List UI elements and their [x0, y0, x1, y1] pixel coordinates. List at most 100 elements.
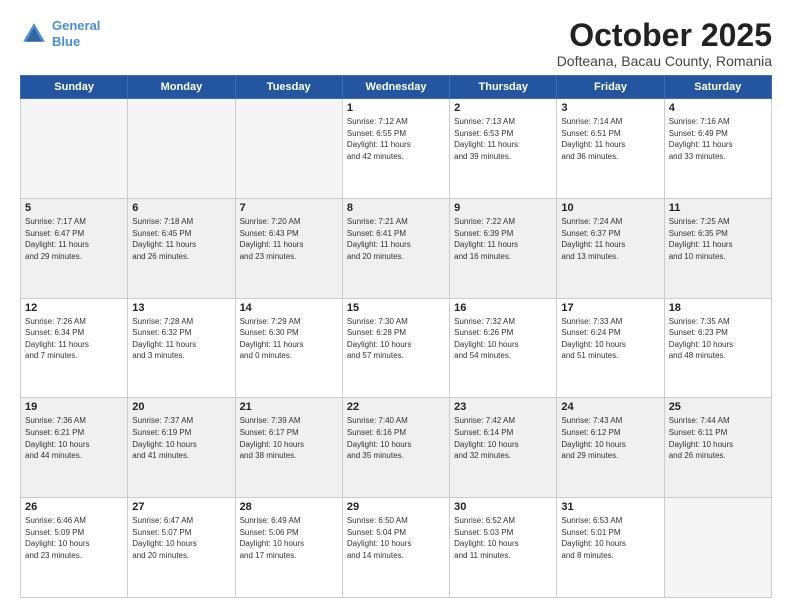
- day-number: 7: [240, 202, 338, 214]
- day-content: Sunrise: 7:20 AM Sunset: 6:43 PM Dayligh…: [240, 216, 338, 262]
- logo: General Blue: [20, 18, 100, 49]
- day-number: 11: [669, 202, 767, 214]
- day-content: Sunrise: 6:49 AM Sunset: 5:06 PM Dayligh…: [240, 515, 338, 561]
- day-content: Sunrise: 7:35 AM Sunset: 6:23 PM Dayligh…: [669, 316, 767, 362]
- calendar-week-row: 19 Sunrise: 7:36 AM Sunset: 6:21 PM Dayli…: [21, 398, 772, 498]
- day-content: Sunrise: 7:14 AM Sunset: 6:51 PM Dayligh…: [561, 116, 659, 162]
- weekday-header: Tuesday: [235, 76, 342, 99]
- day-content: Sunrise: 7:30 AM Sunset: 6:28 PM Dayligh…: [347, 316, 445, 362]
- weekday-header: Thursday: [450, 76, 557, 99]
- day-number: 14: [240, 302, 338, 314]
- calendar-day-cell: 23 Sunrise: 7:42 AM Sunset: 6:14 PM Dayli…: [450, 398, 557, 498]
- calendar-day-cell: 24Sunrise: 7:43 AM Sunset: 6:12 PM Dayli…: [557, 398, 664, 498]
- calendar-day-cell: [664, 498, 771, 598]
- title-block: October 2025 Dofteana, Bacau County, Rom…: [557, 18, 772, 69]
- calendar-day-cell: 9 Sunrise: 7:22 AM Sunset: 6:39 PM Daylig…: [450, 198, 557, 298]
- day-number: 24: [561, 401, 659, 413]
- calendar-day-cell: 7 Sunrise: 7:20 AM Sunset: 6:43 PM Daylig…: [235, 198, 342, 298]
- day-content: Sunrise: 6:46 AM Sunset: 5:09 PM Dayligh…: [25, 515, 123, 561]
- day-content: Sunrise: 7:29 AM Sunset: 6:30 PM Dayligh…: [240, 316, 338, 362]
- calendar-day-cell: 25 Sunrise: 7:44 AM Sunset: 6:11 PM Dayli…: [664, 398, 771, 498]
- day-content: Sunrise: 7:12 AM Sunset: 6:55 PM Dayligh…: [347, 116, 445, 162]
- calendar-day-cell: 21 Sunrise: 7:39 AM Sunset: 6:17 PM Dayli…: [235, 398, 342, 498]
- calendar-day-cell: 30 Sunrise: 6:52 AM Sunset: 5:03 PM Dayli…: [450, 498, 557, 598]
- day-number: 26: [25, 501, 123, 513]
- calendar-week-row: 1Sunrise: 7:12 AM Sunset: 6:55 PM Daylig…: [21, 99, 772, 199]
- calendar-day-cell: 8Sunrise: 7:21 AM Sunset: 6:41 PM Daylig…: [342, 198, 449, 298]
- calendar-day-cell: 16 Sunrise: 7:32 AM Sunset: 6:26 PM Dayli…: [450, 298, 557, 398]
- day-content: Sunrise: 6:52 AM Sunset: 5:03 PM Dayligh…: [454, 515, 552, 561]
- day-number: 10: [561, 202, 659, 214]
- calendar-week-row: 26 Sunrise: 6:46 AM Sunset: 5:09 PM Dayli…: [21, 498, 772, 598]
- day-number: 28: [240, 501, 338, 513]
- day-content: Sunrise: 7:22 AM Sunset: 6:39 PM Dayligh…: [454, 216, 552, 262]
- weekday-header: Monday: [128, 76, 235, 99]
- calendar-day-cell: 13 Sunrise: 7:28 AM Sunset: 6:32 PM Dayli…: [128, 298, 235, 398]
- calendar-day-cell: 22 Sunrise: 7:40 AM Sunset: 6:16 PM Dayli…: [342, 398, 449, 498]
- day-number: 15: [347, 302, 445, 314]
- day-number: 22: [347, 401, 445, 413]
- day-content: Sunrise: 7:37 AM Sunset: 6:19 PM Dayligh…: [132, 415, 230, 461]
- calendar-day-cell: 27Sunrise: 6:47 AM Sunset: 5:07 PM Dayli…: [128, 498, 235, 598]
- location-subtitle: Dofteana, Bacau County, Romania: [557, 53, 772, 69]
- page: General Blue October 2025 Dofteana, Baca…: [0, 0, 792, 612]
- day-number: 2: [454, 102, 552, 114]
- day-number: 12: [25, 302, 123, 314]
- day-content: Sunrise: 7:16 AM Sunset: 6:49 PM Dayligh…: [669, 116, 767, 162]
- calendar-day-cell: 20 Sunrise: 7:37 AM Sunset: 6:19 PM Dayli…: [128, 398, 235, 498]
- day-number: 9: [454, 202, 552, 214]
- day-number: 27: [132, 501, 230, 513]
- logo-text: General Blue: [52, 18, 100, 49]
- day-number: 31: [561, 501, 659, 513]
- calendar-day-cell: [21, 99, 128, 199]
- calendar-day-cell: 5 Sunrise: 7:17 AM Sunset: 6:47 PM Daylig…: [21, 198, 128, 298]
- day-number: 19: [25, 401, 123, 413]
- day-content: Sunrise: 6:53 AM Sunset: 5:01 PM Dayligh…: [561, 515, 659, 561]
- calendar-day-cell: [128, 99, 235, 199]
- day-content: Sunrise: 7:17 AM Sunset: 6:47 PM Dayligh…: [25, 216, 123, 262]
- weekday-header-row: SundayMondayTuesdayWednesdayThursdayFrid…: [21, 76, 772, 99]
- calendar-day-cell: 11Sunrise: 7:25 AM Sunset: 6:35 PM Dayli…: [664, 198, 771, 298]
- day-content: Sunrise: 7:32 AM Sunset: 6:26 PM Dayligh…: [454, 316, 552, 362]
- day-number: 4: [669, 102, 767, 114]
- day-number: 16: [454, 302, 552, 314]
- day-number: 5: [25, 202, 123, 214]
- day-number: 30: [454, 501, 552, 513]
- calendar-day-cell: 17Sunrise: 7:33 AM Sunset: 6:24 PM Dayli…: [557, 298, 664, 398]
- calendar-day-cell: 15 Sunrise: 7:30 AM Sunset: 6:28 PM Dayli…: [342, 298, 449, 398]
- calendar-day-cell: 12Sunrise: 7:26 AM Sunset: 6:34 PM Dayli…: [21, 298, 128, 398]
- day-content: Sunrise: 7:36 AM Sunset: 6:21 PM Dayligh…: [25, 415, 123, 461]
- day-number: 17: [561, 302, 659, 314]
- weekday-header: Friday: [557, 76, 664, 99]
- day-number: 18: [669, 302, 767, 314]
- day-number: 13: [132, 302, 230, 314]
- day-number: 23: [454, 401, 552, 413]
- calendar-day-cell: 6Sunrise: 7:18 AM Sunset: 6:45 PM Daylig…: [128, 198, 235, 298]
- day-content: Sunrise: 7:42 AM Sunset: 6:14 PM Dayligh…: [454, 415, 552, 461]
- calendar-day-cell: 3 Sunrise: 7:14 AM Sunset: 6:51 PM Daylig…: [557, 99, 664, 199]
- calendar-day-cell: 2 Sunrise: 7:13 AM Sunset: 6:53 PM Daylig…: [450, 99, 557, 199]
- day-number: 21: [240, 401, 338, 413]
- calendar-table: SundayMondayTuesdayWednesdayThursdayFrid…: [20, 75, 772, 598]
- calendar-day-cell: 19 Sunrise: 7:36 AM Sunset: 6:21 PM Dayli…: [21, 398, 128, 498]
- day-content: Sunrise: 7:24 AM Sunset: 6:37 PM Dayligh…: [561, 216, 659, 262]
- header: General Blue October 2025 Dofteana, Baca…: [20, 18, 772, 69]
- day-number: 25: [669, 401, 767, 413]
- calendar-day-cell: [235, 99, 342, 199]
- day-number: 20: [132, 401, 230, 413]
- calendar-day-cell: 18 Sunrise: 7:35 AM Sunset: 6:23 PM Dayli…: [664, 298, 771, 398]
- day-content: Sunrise: 7:21 AM Sunset: 6:41 PM Dayligh…: [347, 216, 445, 262]
- calendar-day-cell: 28 Sunrise: 6:49 AM Sunset: 5:06 PM Dayli…: [235, 498, 342, 598]
- day-content: Sunrise: 7:13 AM Sunset: 6:53 PM Dayligh…: [454, 116, 552, 162]
- day-content: Sunrise: 6:50 AM Sunset: 5:04 PM Dayligh…: [347, 515, 445, 561]
- calendar-day-cell: 26 Sunrise: 6:46 AM Sunset: 5:09 PM Dayli…: [21, 498, 128, 598]
- day-number: 3: [561, 102, 659, 114]
- day-content: Sunrise: 7:40 AM Sunset: 6:16 PM Dayligh…: [347, 415, 445, 461]
- calendar-day-cell: 14 Sunrise: 7:29 AM Sunset: 6:30 PM Dayli…: [235, 298, 342, 398]
- calendar-day-cell: 31 Sunrise: 6:53 AM Sunset: 5:01 PM Dayli…: [557, 498, 664, 598]
- calendar-week-row: 12Sunrise: 7:26 AM Sunset: 6:34 PM Dayli…: [21, 298, 772, 398]
- day-content: Sunrise: 7:39 AM Sunset: 6:17 PM Dayligh…: [240, 415, 338, 461]
- calendar-day-cell: 29Sunrise: 6:50 AM Sunset: 5:04 PM Dayli…: [342, 498, 449, 598]
- day-content: Sunrise: 7:44 AM Sunset: 6:11 PM Dayligh…: [669, 415, 767, 461]
- day-content: Sunrise: 7:28 AM Sunset: 6:32 PM Dayligh…: [132, 316, 230, 362]
